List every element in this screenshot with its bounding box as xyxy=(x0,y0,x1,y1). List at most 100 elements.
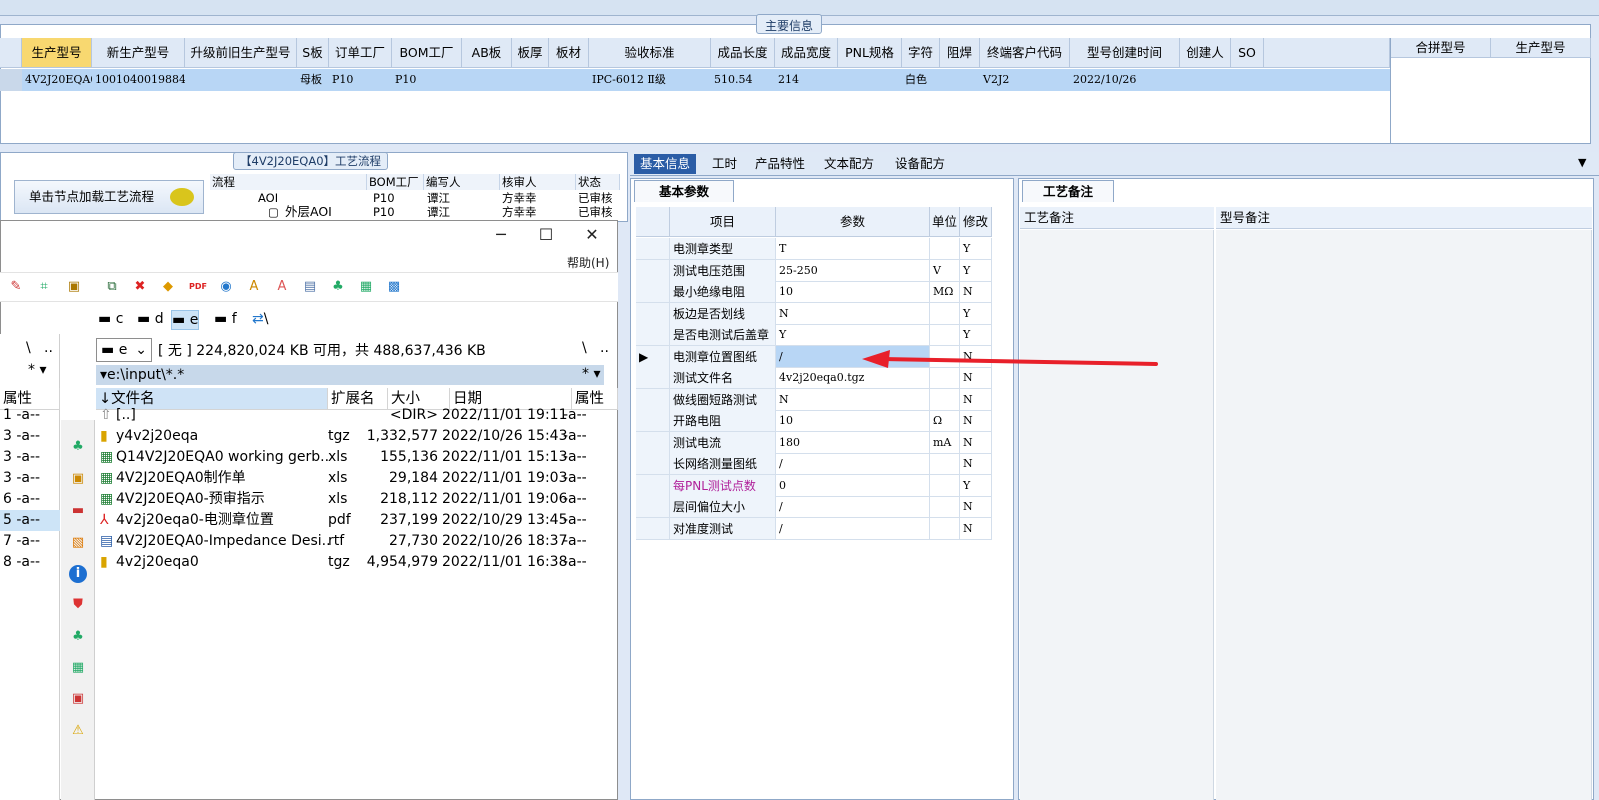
cell-char[interactable]: 白色 xyxy=(902,69,940,91)
path-bar[interactable]: ▾e:\input\*.* xyxy=(96,365,604,385)
excel-icon[interactable]: ▦ xyxy=(69,659,87,677)
edit-icon[interactable]: ✎ xyxy=(8,279,24,295)
col-header-production-model[interactable]: 生产型号 xyxy=(22,38,92,68)
tab-product-features[interactable]: 产品特性 xyxy=(749,154,811,174)
close-button[interactable]: ✕ xyxy=(577,224,607,246)
param-row[interactable]: 电测章类型 T Y xyxy=(636,238,1010,260)
left-attr-row[interactable]: 6 -a-- xyxy=(0,489,60,510)
file-row[interactable]: ▮ 4v2j20eqa0 tgz 4,954,979 2022/11/01 16:38-… xyxy=(96,552,604,573)
col-header-bom-factory[interactable]: BOM工厂 xyxy=(392,38,462,68)
param-row[interactable]: 长网络测量图纸 / N xyxy=(636,453,1010,475)
param-value[interactable]: 25-250 xyxy=(776,259,930,282)
left-attr-row[interactable]: 3 -a-- xyxy=(0,447,60,468)
cell-material[interactable] xyxy=(549,69,589,91)
cell-acceptance[interactable]: IPC-6012 Ⅱ级 xyxy=(589,69,711,91)
param-row[interactable]: 做线圈短路测试 N N xyxy=(636,388,1010,411)
col-header-merge-production[interactable]: 生产型号 xyxy=(1491,38,1591,58)
col-header-writer[interactable]: 编写人 xyxy=(424,174,500,190)
col-header-pnl[interactable]: PNL规格 xyxy=(838,38,902,68)
col-header-material[interactable]: 板材 xyxy=(549,38,589,68)
col-header-status[interactable]: 状态 xyxy=(576,174,620,190)
left-attr-row[interactable]: 7 -a-- xyxy=(0,531,60,552)
left-parent-button[interactable]: .. xyxy=(44,340,53,356)
left-attr-row[interactable]: 8 -a-- xyxy=(0,552,60,573)
settings-icon[interactable]: ▩ xyxy=(386,279,402,295)
param-value[interactable]: / xyxy=(776,496,930,518)
param-value[interactable]: T xyxy=(776,238,930,260)
drive-d[interactable]: ▬ d xyxy=(137,310,164,328)
cell-order-factory[interactable]: P10 xyxy=(329,69,392,91)
cell-width[interactable]: 214 xyxy=(775,69,838,91)
param-row[interactable]: 层间偏位大小 / N xyxy=(636,496,1010,518)
globe-icon[interactable]: ◉ xyxy=(218,279,234,295)
cell-customer-code[interactable]: V2J2 xyxy=(980,69,1070,91)
cell-thickness[interactable] xyxy=(512,69,549,91)
col-header-s-board[interactable]: S板 xyxy=(297,38,329,68)
pdf-icon[interactable]: PDF xyxy=(189,279,207,295)
col-header-thickness[interactable]: 板厚 xyxy=(512,38,549,68)
image-icon[interactable]: ▣ xyxy=(69,690,87,708)
cell-pnl[interactable] xyxy=(838,69,902,91)
col-header-customer-code[interactable]: 终端客户代码 xyxy=(980,38,1070,68)
col-header-flow-bom[interactable]: BOM工厂 xyxy=(367,174,424,190)
col-header-process-note[interactable]: 工艺备注 xyxy=(1020,207,1214,229)
param-value[interactable]: 180 xyxy=(776,431,930,454)
param-row[interactable]: 测试电流 180 mA N xyxy=(636,431,1010,454)
col-header-unit[interactable]: 单位 xyxy=(930,207,960,237)
cell-new-model[interactable]: 10010400198849 xyxy=(92,69,185,91)
drive-e[interactable]: ▬ e xyxy=(171,310,200,330)
params-tab[interactable]: 基本参数 xyxy=(634,180,734,202)
param-value[interactable]: / xyxy=(776,517,930,540)
param-row[interactable]: 每PNL测试点数 0 Y xyxy=(636,474,1010,497)
param-value[interactable]: 0 xyxy=(776,474,930,497)
col-header-char[interactable]: 字符 xyxy=(902,38,940,68)
col-header-flow[interactable]: 流程 xyxy=(210,174,367,190)
file-row[interactable]: ▦ Q14V2J20EQA0 working gerb.. xls 155,136 20… xyxy=(96,447,604,468)
cell-production-model[interactable]: 4V2J20EQA0 xyxy=(22,69,92,91)
col-header-model-note[interactable]: 型号备注 xyxy=(1216,207,1592,229)
param-value[interactable]: 10 xyxy=(776,410,930,432)
network-icon[interactable]: ♣ xyxy=(69,628,87,646)
tab-basic-info[interactable]: 基本信息 xyxy=(634,154,697,174)
left-root-button[interactable]: \ xyxy=(26,340,31,356)
help-menu[interactable]: 帮助(H) xyxy=(567,254,609,271)
left-attr-row-selected[interactable]: 5 -a-- xyxy=(0,510,60,531)
drive-network[interactable]: ⇄\ xyxy=(252,310,268,328)
delete-icon[interactable]: ✖ xyxy=(132,279,148,295)
param-value[interactable]: N xyxy=(776,302,930,325)
param-row[interactable]: 对准度测试 / N xyxy=(636,517,1010,540)
col-header-order-factory[interactable]: 订单工厂 xyxy=(329,38,392,68)
param-row[interactable]: 最小绝缘电阻 10 MΩ N xyxy=(636,281,1010,303)
col-header-item[interactable]: 项目 xyxy=(670,207,776,237)
drive-tool-icon[interactable]: ▬ xyxy=(69,502,87,520)
col-header-new-model[interactable]: 新生产型号 xyxy=(92,38,185,68)
network-icon[interactable]: ♣ xyxy=(330,279,346,295)
drive-select[interactable]: ▬ e ⌄ xyxy=(96,338,152,362)
col-header-creator[interactable]: 创建人 xyxy=(1180,38,1231,68)
drive-f[interactable]: ▬ f xyxy=(214,310,237,328)
cell-so[interactable] xyxy=(1231,69,1264,91)
file-row[interactable]: ▤ 4V2J20EQA0-Impedance Desi.. rtf 27,730 202… xyxy=(96,531,604,552)
param-row[interactable]: 测试电压范围 25-250 V Y xyxy=(636,259,1010,282)
param-row[interactable]: 开路电阻 10 Ω N xyxy=(636,410,1010,432)
left-attr-row[interactable]: 3 -a-- xyxy=(0,426,60,447)
drive-c[interactable]: ▬ c xyxy=(98,310,123,328)
right-parent-button[interactable]: .. xyxy=(600,340,609,356)
warning-icon[interactable]: ⚠ xyxy=(69,722,87,740)
cell-s-board[interactable]: 母板 xyxy=(297,69,329,91)
col-header-merge-model[interactable]: 合拼型号 xyxy=(1391,38,1491,58)
model-note-area[interactable] xyxy=(1216,230,1592,800)
col-header-old-model[interactable]: 升级前旧生产型号 xyxy=(185,38,297,68)
tab-equipment-recipe[interactable]: 设备配方 xyxy=(889,154,951,174)
color-icon[interactable]: ◆ xyxy=(160,279,176,295)
col-header-acceptance[interactable]: 验收标准 xyxy=(589,38,711,68)
picture-icon[interactable]: ▧ xyxy=(69,534,87,552)
file-row[interactable]: ▦ 4V2J20EQA0-预审指示 xls 218,112 2022/11/01 19:… xyxy=(96,489,604,510)
process-note-area[interactable] xyxy=(1020,230,1214,800)
minimize-button[interactable]: ─ xyxy=(486,224,516,246)
right-filter-button[interactable]: * ▾ xyxy=(582,366,600,382)
param-value[interactable]: N xyxy=(776,388,930,411)
col-header-modify[interactable]: 修改 xyxy=(960,207,992,237)
left-attr-row[interactable]: 3 -a-- xyxy=(0,468,60,489)
flow-node-outer-aoi[interactable]: 外层AOI xyxy=(285,204,332,220)
